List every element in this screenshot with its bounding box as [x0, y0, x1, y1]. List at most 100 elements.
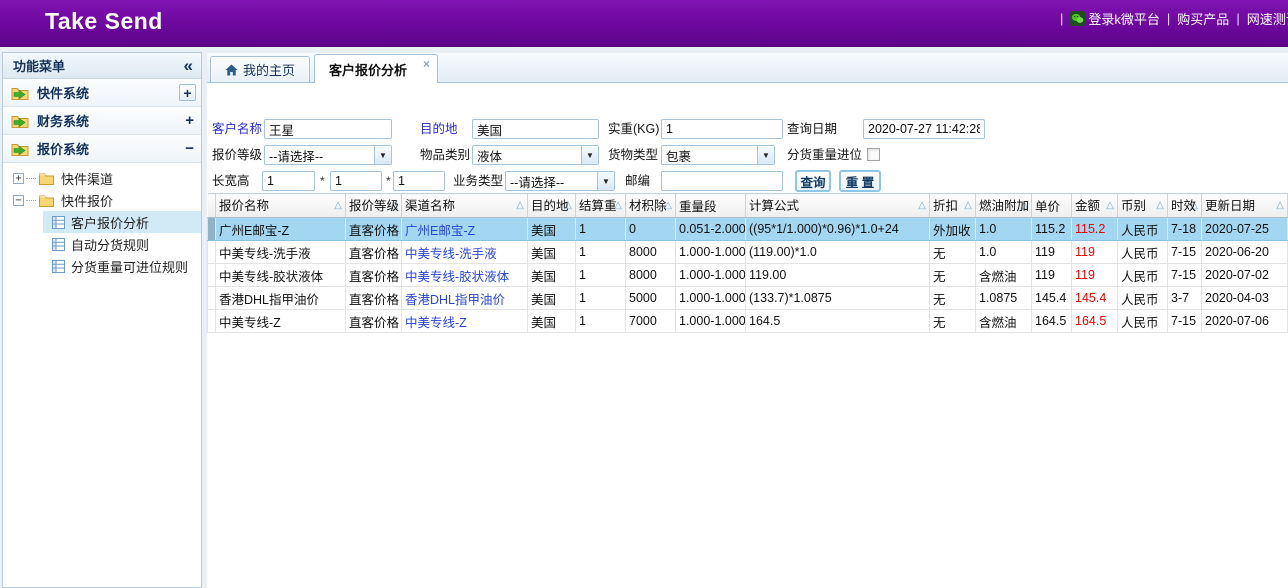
sort-ascending-icon[interactable]: △ [1276, 195, 1284, 217]
destination-input[interactable] [472, 119, 599, 139]
sidebar-section-quote-system[interactable]: 报价系统 − [3, 135, 201, 163]
sort-ascending-icon[interactable]: △ [964, 195, 972, 217]
column-header[interactable]: △时效 [1168, 194, 1202, 218]
length-input[interactable] [262, 171, 315, 191]
query-date-input[interactable] [863, 119, 985, 139]
column-header[interactable]: △渠道名称 [402, 194, 528, 218]
table-cell: 中美专线-洗手液 [216, 241, 346, 264]
cargo-type-value: 包裹 [662, 146, 757, 165]
column-header-label: 材积除 [629, 199, 667, 213]
cargo-type-select[interactable]: 包裹 ▼ [661, 145, 775, 165]
row-selector-cell[interactable] [208, 241, 216, 264]
sidebar-tree: + 快件渠道 − 快件报价 客户报价分析 [3, 163, 201, 277]
business-type-select[interactable]: --请选择-- ▼ [505, 171, 615, 191]
destination-label: 目的地 [420, 119, 458, 139]
tree-leaf-split-weight-carry-rule[interactable]: 分货重量可进位规则 [43, 255, 201, 277]
table-cell: 145.4 [1032, 287, 1072, 310]
tree-collapse-icon[interactable]: − [13, 195, 24, 206]
item-category-select[interactable]: 液体 ▼ [472, 145, 599, 165]
buy-product-link[interactable]: 购买产品 [1177, 9, 1229, 28]
tree-folder-express-channel[interactable]: + 快件渠道 [3, 167, 201, 189]
tab-my-home[interactable]: 我的主页 [210, 56, 310, 82]
column-header[interactable]: △目的地 [528, 194, 576, 218]
reset-button[interactable]: 重 置 [839, 170, 881, 192]
table-row[interactable]: 中美专线-洗手液直客价格中美专线-洗手液美国180001.000-1.000(1… [208, 241, 1288, 264]
column-header-label: 更新日期 [1205, 199, 1255, 213]
table-row[interactable]: 中美专线-Z直客价格中美专线-Z美国170001.000-1.000164.5无… [208, 310, 1288, 333]
column-header[interactable]: 单价 [1032, 194, 1072, 218]
cargo-type-label: 货物类型 [608, 145, 658, 165]
table-row[interactable]: 中美专线-胶状液体直客价格中美专线-胶状液体美国180001.000-1.000… [208, 264, 1288, 287]
table-cell: 人民币 [1118, 287, 1168, 310]
expand-plus-icon[interactable]: + [185, 112, 194, 129]
row-selector-cell[interactable] [208, 310, 216, 333]
tree-leaf-customer-quote-analysis[interactable]: 客户报价分析 [43, 211, 201, 233]
quote-level-select[interactable]: --请选择-- ▼ [264, 145, 392, 165]
split-weight-checkbox[interactable] [867, 148, 880, 161]
login-kwei-link[interactable]: 登录k微平台 [1070, 9, 1160, 28]
sort-ascending-icon[interactable]: △ [516, 195, 524, 217]
table-cell: 1.0875 [976, 287, 1032, 310]
chevron-down-icon[interactable]: ▼ [597, 172, 614, 190]
amount-cell: 145.4 [1072, 287, 1118, 310]
tree-expand-icon[interactable]: + [13, 173, 24, 184]
table-row[interactable]: 香港DHL指甲油价直客价格香港DHL指甲油价美国150001.000-1.000… [208, 287, 1288, 310]
sort-ascending-icon[interactable]: △ [1106, 195, 1114, 217]
sort-ascending-icon[interactable]: △ [1156, 195, 1164, 217]
table-row[interactable]: 广州E邮宝-Z直客价格广州E邮宝-Z美国100.051-2.000((95*1/… [208, 218, 1288, 241]
collapse-minus-icon[interactable]: − [185, 140, 194, 157]
chevron-down-icon[interactable]: ▼ [757, 146, 774, 164]
column-header[interactable]: △折扣 [930, 194, 976, 218]
table-cell: 0.051-2.000 [676, 218, 746, 241]
table-cell: 164.5 [1032, 310, 1072, 333]
main-panel: 我的主页 客户报价分析 × 客户名称 目的地 实重(KG) 查询日期 报价等级 … [207, 53, 1288, 588]
column-header[interactable]: △材积除 [626, 194, 676, 218]
customer-name-input[interactable] [264, 119, 392, 139]
table-cell: 直客价格 [346, 241, 402, 264]
sort-ascending-icon[interactable]: △ [918, 195, 926, 217]
tree-leaf-auto-split-rule[interactable]: 自动分货规则 [43, 233, 201, 255]
row-selector-cell[interactable] [208, 264, 216, 287]
tab-customer-quote-analysis[interactable]: 客户报价分析 × [314, 54, 438, 83]
expand-plus-icon[interactable]: + [179, 84, 196, 101]
item-category-label: 物品类别 [420, 145, 470, 165]
channel-name-link[interactable]: 广州E邮宝-Z [402, 218, 528, 241]
column-header[interactable]: △金额 [1072, 194, 1118, 218]
column-header[interactable]: △报价等级 [346, 194, 402, 218]
table-cell: 人民币 [1118, 310, 1168, 333]
column-header[interactable]: △币别 [1118, 194, 1168, 218]
channel-name-link[interactable]: 中美专线-洗手液 [402, 241, 528, 264]
channel-name-link[interactable]: 中美专线-Z [402, 310, 528, 333]
chevron-down-icon[interactable]: ▼ [374, 146, 391, 164]
height-input[interactable] [393, 171, 445, 191]
collapse-sidebar-icon[interactable]: « [184, 59, 193, 73]
column-header[interactable]: 重量段 [676, 194, 746, 218]
separator: | [1236, 11, 1239, 26]
sort-ascending-icon[interactable]: △ [334, 195, 342, 217]
column-header[interactable]: △ 更新日期 [1202, 194, 1288, 218]
speed-test-link[interactable]: 网速测试 [1247, 9, 1288, 28]
width-input[interactable] [330, 171, 382, 191]
chevron-down-icon[interactable]: ▼ [581, 146, 598, 164]
row-selector-cell[interactable] [208, 218, 216, 241]
channel-name-link[interactable]: 中美专线-胶状液体 [402, 264, 528, 287]
actual-weight-input[interactable] [661, 119, 783, 139]
quote-results-grid: △报价名称△报价等级△渠道名称△目的地△结算重△材积除重量段△计算公式△折扣△燃… [207, 193, 1288, 333]
column-header[interactable]: △燃油附加 [976, 194, 1032, 218]
tree-folder-express-quote[interactable]: − 快件报价 [3, 189, 201, 211]
table-cell: 人民币 [1118, 264, 1168, 287]
table-cell: 119 [1032, 241, 1072, 264]
channel-name-link[interactable]: 香港DHL指甲油价 [402, 287, 528, 310]
table-cell: 美国 [528, 264, 576, 287]
column-header[interactable]: △计算公式 [746, 194, 930, 218]
close-tab-icon[interactable]: × [423, 57, 430, 71]
column-header[interactable]: △报价名称 [216, 194, 346, 218]
table-cell: 含燃油 [976, 310, 1032, 333]
column-header[interactable]: △结算重 [576, 194, 626, 218]
query-button[interactable]: 查询 [795, 170, 831, 192]
row-selector-cell[interactable] [208, 287, 216, 310]
postcode-input[interactable] [661, 171, 783, 191]
sidebar-section-finance-system[interactable]: 财务系统 + [3, 107, 201, 135]
tree-guide-line [26, 178, 36, 179]
sidebar-section-express-system[interactable]: 快件系统 + [3, 79, 201, 107]
